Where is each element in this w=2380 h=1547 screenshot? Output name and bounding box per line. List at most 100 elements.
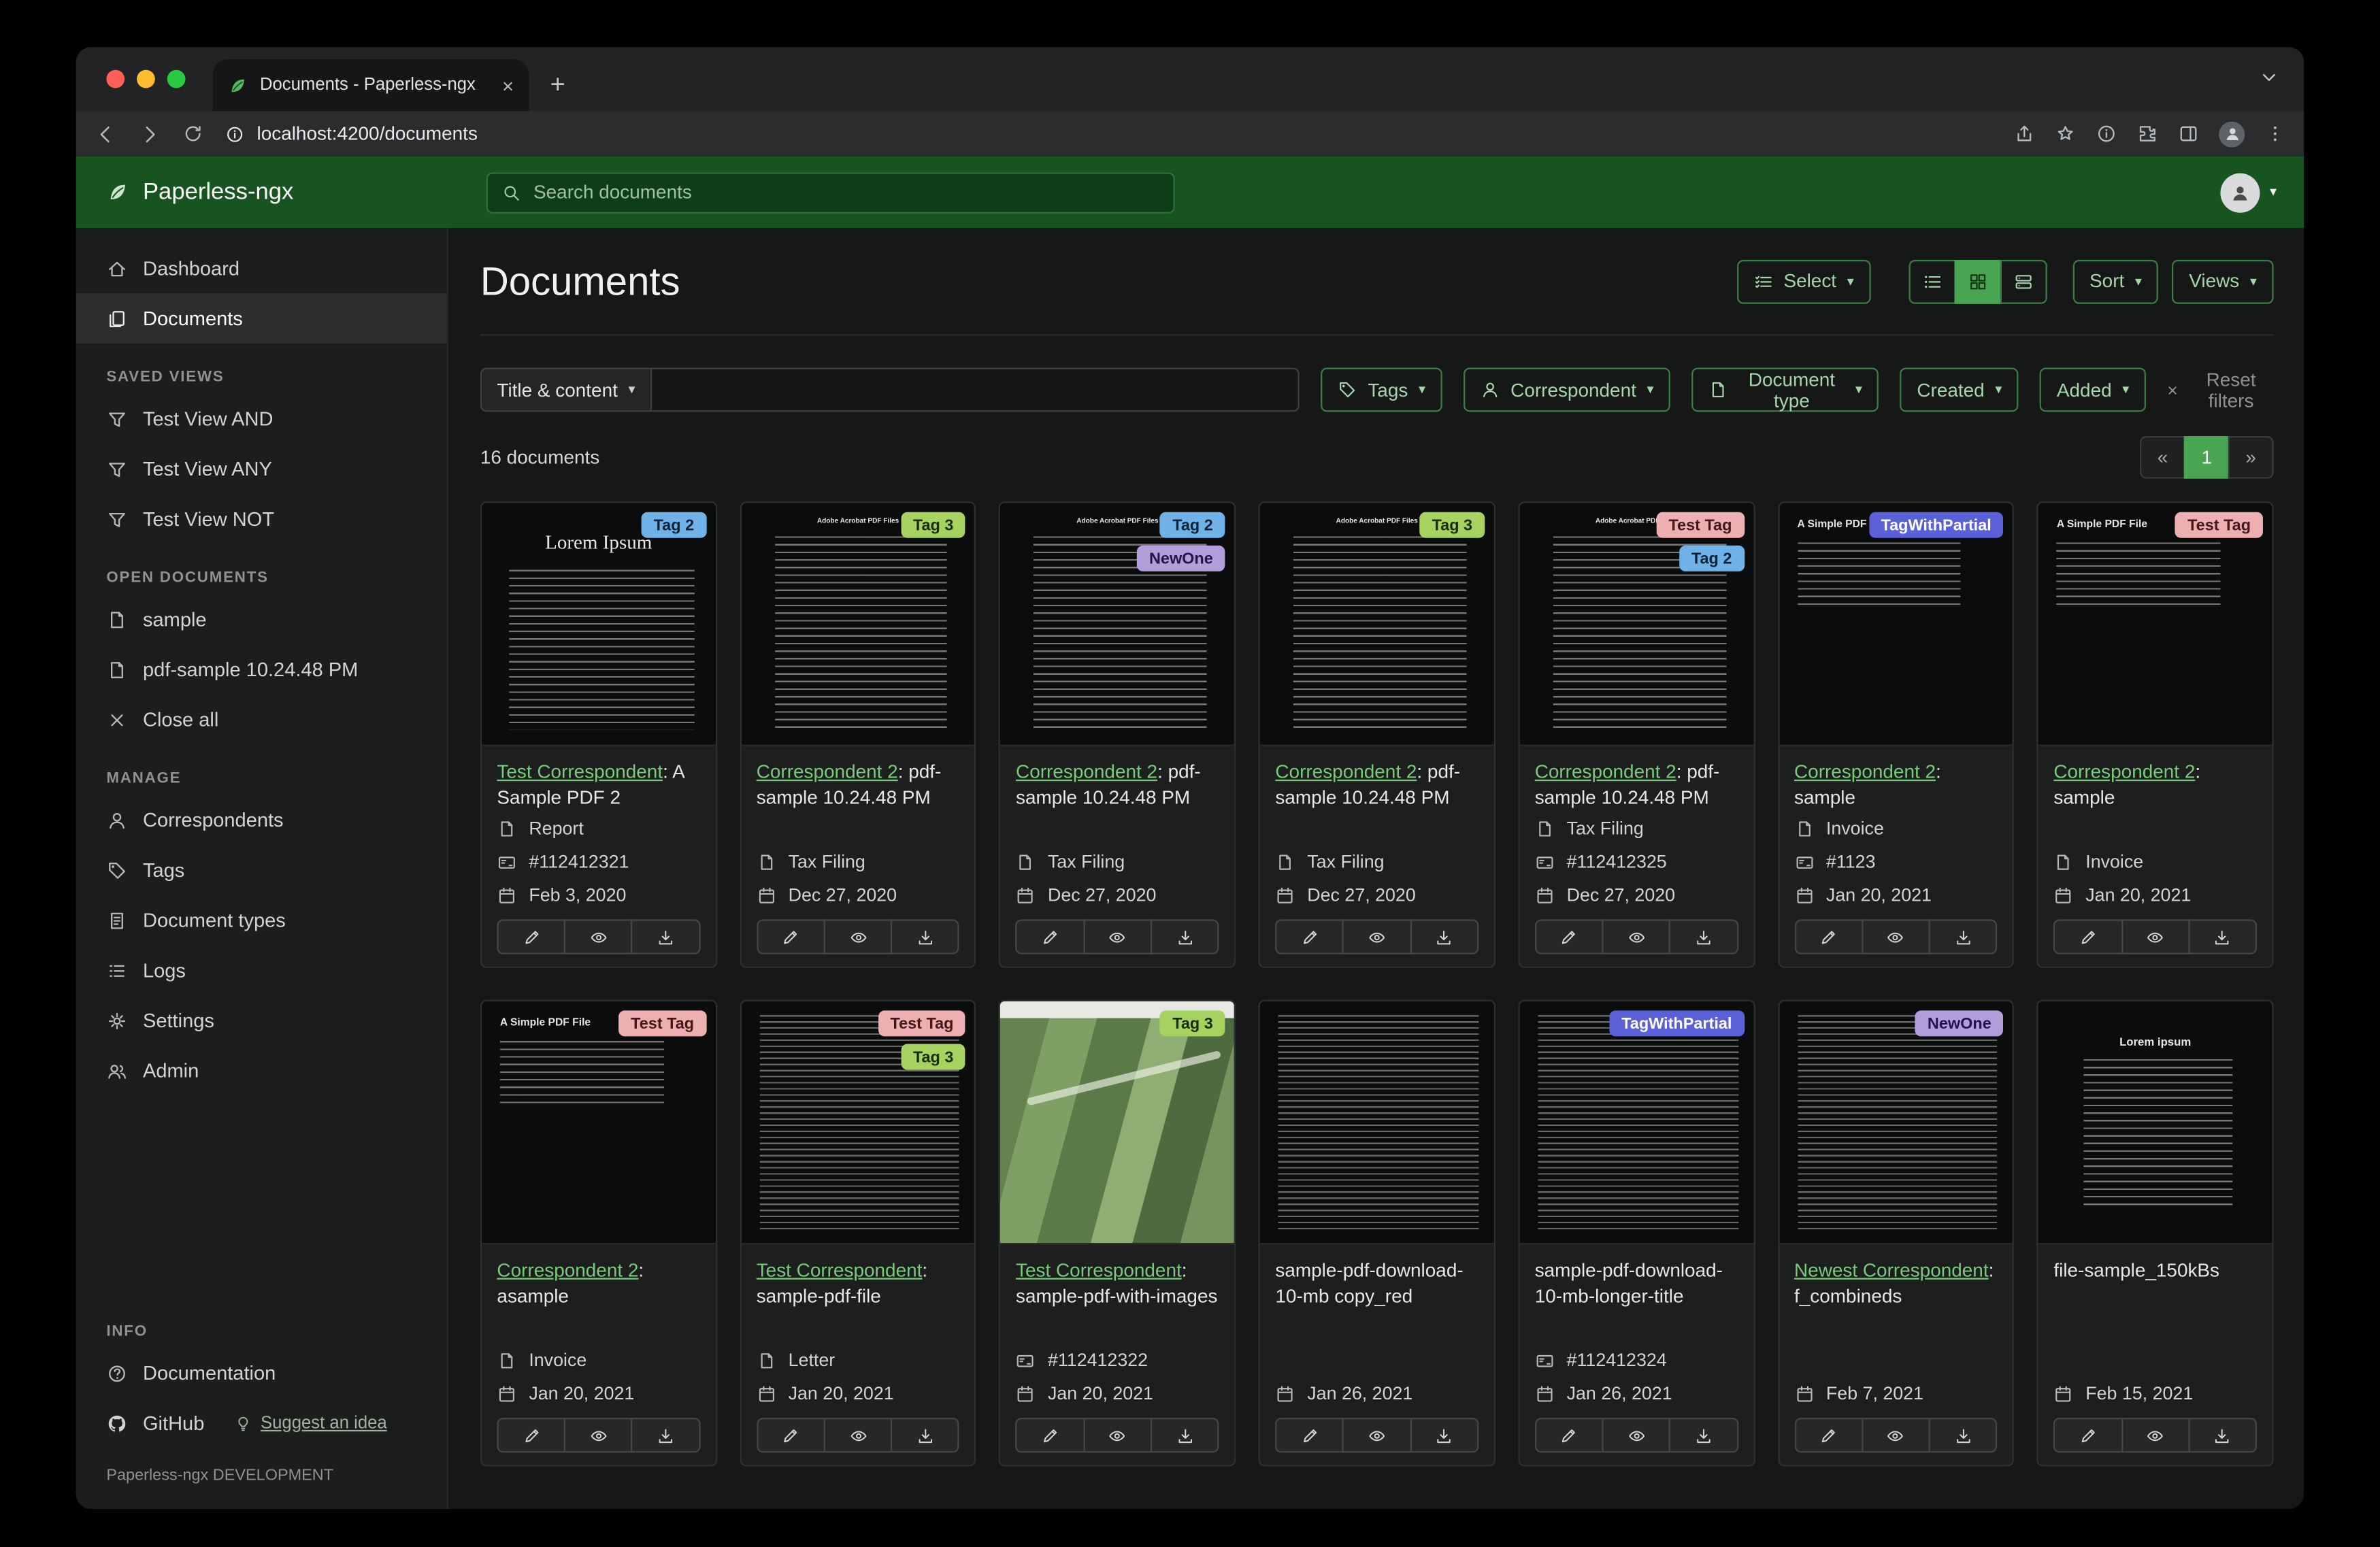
new-tab-button[interactable]: + <box>550 70 565 101</box>
document-correspondent-link[interactable]: Correspondent 2 <box>497 1260 638 1281</box>
browser-tab[interactable]: Documents - Paperless-ngx × <box>212 59 529 112</box>
document-correspondent-link[interactable]: Correspondent 2 <box>2053 761 2195 782</box>
document-thumbnail[interactable]: Adobe Acrobat PDF Files Tag 3 <box>741 503 975 746</box>
detail-view-button[interactable] <box>2000 259 2047 303</box>
document-thumbnail[interactable]: Adobe Acrobat PDF Files Tag 2 NewOne <box>1000 503 1235 746</box>
view-button[interactable] <box>1861 1418 1930 1453</box>
edit-button[interactable] <box>1016 1418 1085 1453</box>
download-button[interactable] <box>891 919 960 954</box>
download-button[interactable] <box>1928 1418 1998 1453</box>
edit-button[interactable] <box>1016 919 1085 954</box>
document-card[interactable]: TagWithPartial sample-pdf-download-10-mb… <box>1518 999 1755 1467</box>
tab-close-icon[interactable]: × <box>502 73 514 97</box>
search-input[interactable] <box>533 181 1160 203</box>
bookmark-star-icon[interactable] <box>2055 123 2076 144</box>
title-content-input[interactable] <box>652 367 1300 412</box>
document-card[interactable]: Adobe Acrobat PDF Files Tag 2 NewOne Corr… <box>999 501 1236 968</box>
document-thumbnail[interactable] <box>1260 1001 1494 1245</box>
tag-badge[interactable]: Test Tag <box>1656 512 1745 538</box>
page-1-button[interactable]: 1 <box>2183 436 2230 479</box>
tag-badge[interactable]: Tag 3 <box>1419 512 1485 538</box>
document-correspondent-link[interactable]: Newest Correspondent <box>1794 1260 1989 1281</box>
sidebar-item-dashboard[interactable]: Dashboard <box>76 243 447 293</box>
view-button[interactable] <box>564 1418 633 1453</box>
sidebar-item-documentation[interactable]: Documentation <box>76 1348 447 1398</box>
reset-filters-button[interactable]: × Reset filters <box>2167 369 2273 412</box>
edit-button[interactable] <box>497 919 566 954</box>
document-card[interactable]: Adobe Acrobat PDF Files Tag 3 Correspond… <box>1258 501 1495 968</box>
correspondent-filter-button[interactable]: Correspondent ▾ <box>1463 367 1671 412</box>
tag-badge[interactable]: Test Tag <box>2175 512 2263 538</box>
views-button[interactable]: Views ▾ <box>2172 259 2274 303</box>
sidebar-item-documents[interactable]: Documents <box>76 293 447 344</box>
forward-icon[interactable] <box>138 122 161 146</box>
document-thumbnail[interactable]: Adobe Acrobat PDF Files Test Tag Tag 2 <box>1519 503 1753 746</box>
tab-list-chevron-icon[interactable] <box>2258 67 2279 88</box>
sidebar-item-open-doc-pdf-sample[interactable]: pdf-sample 10.24.48 PM <box>76 644 447 695</box>
previous-page-button[interactable]: « <box>2140 436 2186 479</box>
view-button[interactable] <box>1861 919 1930 954</box>
sidebar-item-open-doc-sample[interactable]: sample <box>76 594 447 644</box>
document-type-filter-button[interactable]: Document type ▾ <box>1691 367 1879 412</box>
edit-button[interactable] <box>1275 919 1344 954</box>
document-correspondent-link[interactable]: Test Correspondent <box>757 1260 923 1281</box>
view-button[interactable] <box>1342 919 1412 954</box>
browser-profile-avatar[interactable] <box>2219 120 2245 147</box>
sidebar-item-correspondents[interactable]: Correspondents <box>76 795 447 845</box>
document-card[interactable]: NewOne Newest Correspondent: f_combineds… <box>1777 999 2015 1467</box>
document-card[interactable]: A Simple PDF File Test Tag Correspondent… <box>2036 501 2274 968</box>
sidebar-item-test-view-any[interactable]: Test View ANY <box>76 444 447 494</box>
edit-button[interactable] <box>497 1418 566 1453</box>
document-thumbnail[interactable]: A Simple PDF File TagWithPartial <box>1779 503 2013 746</box>
close-window-button[interactable] <box>106 69 125 88</box>
document-card[interactable]: Lorem ipsum file-sample_150kBs Feb 15, 2… <box>2036 999 2274 1467</box>
edit-button[interactable] <box>1534 1418 1604 1453</box>
reload-icon[interactable] <box>182 123 203 144</box>
select-button[interactable]: Select ▾ <box>1736 259 1871 303</box>
edit-button[interactable] <box>1794 1418 1864 1453</box>
download-button[interactable] <box>631 919 701 954</box>
view-button[interactable] <box>1082 1418 1152 1453</box>
brand[interactable]: Paperless-ngx <box>106 178 293 205</box>
download-button[interactable] <box>1669 919 1738 954</box>
download-button[interactable] <box>1150 1418 1219 1453</box>
tag-badge[interactable]: TagWithPartial <box>1609 1010 1745 1037</box>
download-button[interactable] <box>2187 919 2258 954</box>
view-button[interactable] <box>823 919 893 954</box>
edit-button[interactable] <box>2053 1418 2123 1453</box>
grid-view-button[interactable] <box>1954 259 2002 303</box>
document-thumbnail[interactable]: TagWithPartial <box>1519 1001 1753 1245</box>
minimize-window-button[interactable] <box>137 69 155 88</box>
tag-badge[interactable]: NewOne <box>1915 1010 2004 1037</box>
zoom-window-button[interactable] <box>167 69 186 88</box>
title-content-dropdown[interactable]: Title & content ▾ <box>480 367 652 412</box>
sidebar-item-logs[interactable]: Logs <box>76 945 447 995</box>
edit-button[interactable] <box>1794 919 1864 954</box>
download-button[interactable] <box>631 1418 701 1453</box>
side-panel-icon[interactable] <box>2178 123 2199 144</box>
edit-button[interactable] <box>1275 1418 1344 1453</box>
tag-badge[interactable]: Test Tag <box>878 1010 966 1037</box>
address-bar[interactable]: localhost:4200/documents <box>225 123 478 144</box>
sidebar-item-document-types[interactable]: Document types <box>76 895 447 946</box>
document-correspondent-link[interactable]: Correspondent 2 <box>757 761 898 782</box>
document-correspondent-link[interactable]: Correspondent 2 <box>1016 761 1157 782</box>
document-correspondent-link[interactable]: Test Correspondent <box>1016 1260 1182 1281</box>
sidebar-item-test-view-and[interactable]: Test View AND <box>76 394 447 444</box>
sidebar-item-test-view-not[interactable]: Test View NOT <box>76 494 447 544</box>
tag-badge[interactable]: Tag 3 <box>901 512 966 538</box>
document-thumbnail[interactable]: Tag 3 <box>1000 1001 1235 1245</box>
tag-badge[interactable]: Tag 2 <box>641 512 707 538</box>
created-filter-button[interactable]: Created ▾ <box>1900 367 2019 412</box>
edit-button[interactable] <box>756 919 825 954</box>
edit-button[interactable] <box>756 1418 825 1453</box>
sidebar-item-settings[interactable]: Settings <box>76 995 447 1046</box>
tag-badge[interactable]: Tag 3 <box>901 1044 966 1070</box>
view-button[interactable] <box>2121 919 2190 954</box>
document-card[interactable]: A Simple PDF File Test Tag Correspondent… <box>480 999 717 1467</box>
document-correspondent-link[interactable]: Correspondent 2 <box>1535 761 1676 782</box>
document-card[interactable]: Lorem Ipsum Tag 2 Test Correspondent: A … <box>480 501 717 968</box>
document-thumbnail[interactable]: Adobe Acrobat PDF Files Tag 3 <box>1260 503 1494 746</box>
view-button[interactable] <box>1082 919 1152 954</box>
document-card[interactable]: sample-pdf-download-10-mb copy_red Jan 2… <box>1258 999 1495 1467</box>
